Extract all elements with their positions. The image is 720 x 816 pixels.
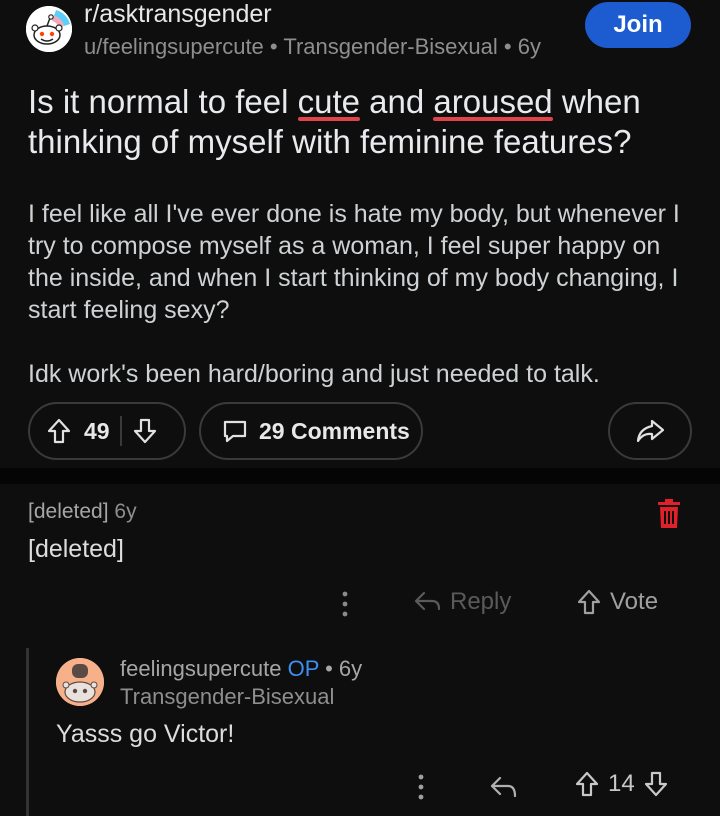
- comment-score: 14: [608, 770, 635, 797]
- snoo-avatar-icon: [56, 658, 104, 706]
- comments-button[interactable]: 29 Comments: [199, 402, 423, 460]
- reply-arrow-icon: [412, 589, 442, 615]
- comment-age: 6y: [114, 500, 137, 523]
- comment-body: [deleted]: [28, 535, 124, 563]
- comment-age: 6y: [338, 656, 363, 681]
- arrow-down-icon[interactable]: [643, 770, 669, 798]
- post-body: I feel like all I've ever done is hate m…: [28, 198, 693, 422]
- post-meta: u/feelingsupercute • Transgender-Bisexua…: [84, 34, 541, 60]
- avatar[interactable]: [56, 658, 104, 706]
- title-word-cute: cute: [297, 82, 360, 122]
- arrow-up-icon[interactable]: [46, 417, 72, 445]
- meta-separator: •: [269, 34, 284, 59]
- subreddit-name[interactable]: r/asktransgender: [84, 0, 272, 29]
- author-flair: Transgender-Bisexual: [283, 34, 498, 59]
- meta-separator: •: [325, 656, 339, 681]
- title-segment: Is it normal to feel: [28, 83, 298, 120]
- post-author[interactable]: u/feelingsupercute: [84, 34, 264, 59]
- title-segment: and: [359, 83, 434, 120]
- spellcheck-underline: [297, 117, 360, 121]
- arrow-down-icon[interactable]: [132, 417, 158, 445]
- vote-divider: [119, 416, 122, 446]
- comment-header: [deleted] 6y: [28, 500, 137, 524]
- more-vertical-icon[interactable]: [338, 589, 352, 619]
- comment-vote-control: 14: [574, 770, 669, 798]
- post-age: 6y: [517, 34, 541, 59]
- author-flair: Transgender-Bisexual: [120, 684, 335, 709]
- share-arrow-icon: [634, 417, 666, 445]
- section-divider: [0, 468, 720, 484]
- comment-body: Yasss go Victor!: [56, 720, 235, 748]
- meta-separator: •: [503, 34, 518, 59]
- comment-bubble-icon: [221, 417, 249, 445]
- title-word-aroused: aroused: [433, 82, 553, 122]
- vote-control: 49: [28, 402, 186, 460]
- reddit-alien-icon: [26, 6, 72, 52]
- title-segment: aroused: [433, 83, 553, 120]
- arrow-up-icon[interactable]: [574, 770, 600, 798]
- reply-label: Reply: [450, 588, 512, 615]
- comment-author[interactable]: feelingsupercute: [120, 656, 281, 681]
- post-paragraph: Idk work's been hard/boring and just nee…: [28, 360, 600, 388]
- post-paragraph: I feel like all I've ever done is hate m…: [28, 200, 680, 324]
- subreddit-avatar[interactable]: [26, 6, 72, 52]
- op-badge: OP: [287, 656, 319, 681]
- upvote-count: 49: [84, 417, 110, 444]
- post-title: Is it normal to feel cute and aroused wh…: [28, 82, 700, 162]
- reply-arrow-icon[interactable]: [488, 772, 518, 807]
- share-button[interactable]: [608, 402, 692, 460]
- join-button[interactable]: Join: [585, 2, 691, 48]
- comment-author: [deleted]: [28, 500, 109, 523]
- comments-count-label: 29 Comments: [259, 417, 410, 444]
- vote-button[interactable]: Vote: [576, 588, 658, 616]
- title-segment: cute: [297, 83, 360, 120]
- more-vertical-icon[interactable]: [414, 772, 428, 802]
- spellcheck-underline: [433, 117, 553, 121]
- arrow-up-icon: [576, 588, 602, 616]
- reply-button[interactable]: Reply: [412, 588, 511, 616]
- vote-label: Vote: [610, 588, 659, 615]
- trash-icon[interactable]: [656, 498, 682, 530]
- thread-line[interactable]: [26, 648, 29, 816]
- comment-header: feelingsupercute OP • 6y: [120, 656, 362, 682]
